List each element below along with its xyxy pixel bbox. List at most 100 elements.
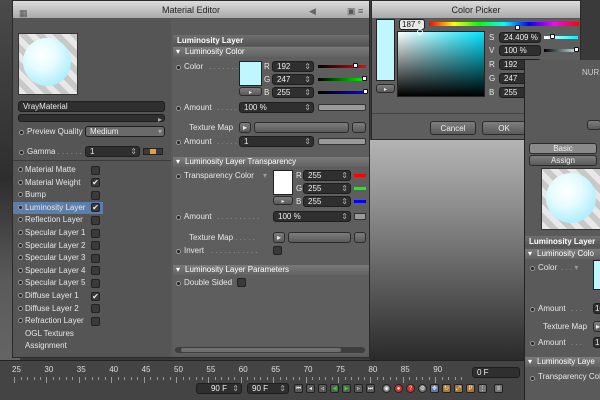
b-field[interactable]: 255 ⇕ [272,87,314,98]
start-frame-field[interactable]: 90 F ⇕ [196,383,242,394]
timeline-menu-icon[interactable]: ≡ [494,384,503,393]
r-slider-knob[interactable] [353,63,358,68]
attr-amount2-field[interactable]: 1 [593,337,600,348]
transparency-header[interactable]: Luminosity Layer Transparency [173,157,369,167]
material-name-scroll[interactable]: ▸ [18,114,165,124]
v-slider[interactable] [544,49,578,52]
v-field[interactable]: 100 % [499,45,541,56]
attr-material-preview[interactable] [541,168,600,230]
tr-texture-slot[interactable] [288,232,351,243]
v-slider-knob[interactable] [574,47,579,52]
attr-section-header[interactable]: Luminosity Colo [525,249,600,259]
move-key-icon[interactable]: ✥ [430,384,439,393]
attr-texture-arrow-button[interactable]: ▸ [593,321,600,332]
g-slider[interactable] [318,78,366,81]
preview-arrow-button[interactable]: ▸ [376,84,395,93]
channel-item[interactable]: Assignment [13,340,171,352]
channel-checkbox[interactable] [91,190,100,200]
channel-item[interactable]: OGL Textures [13,328,171,340]
channel-checkbox[interactable]: ✔ [91,178,100,188]
double-sided-checkbox[interactable] [237,278,246,287]
channel-checkbox[interactable] [91,316,100,326]
tr-r-slider[interactable] [354,174,366,177]
tr-amount-slider[interactable] [354,213,366,220]
g-field[interactable]: 247 ⇕ [272,74,314,85]
menu-icon[interactable]: ≡ [358,2,363,20]
color-picker-titlebar[interactable]: Color Picker [372,1,580,19]
tr-b-slider[interactable] [354,200,366,203]
step-back-icon[interactable]: ◃ [318,384,327,393]
point-level-icon[interactable]: ⋮ [478,384,487,393]
channel-checkbox[interactable] [91,228,100,238]
tr-g-field[interactable]: 255 ⇕ [303,183,351,194]
s-slider-knob[interactable] [550,34,555,39]
tab-assign[interactable]: Assign [529,155,597,166]
invert-checkbox[interactable] [273,246,282,255]
attr-transparency-header[interactable]: Luminosity Laye [525,357,600,367]
color-expand-button[interactable]: ▸ [239,87,262,96]
parameters-header[interactable]: Luminosity Layer Parameters [173,265,369,275]
rotate-key-icon[interactable]: ↻ [442,384,451,393]
channel-checkbox[interactable] [91,304,100,314]
texture-map-slot[interactable] [254,122,349,133]
channel-checkbox[interactable] [91,215,100,225]
s-field[interactable]: 24.409 % [499,32,541,43]
tr-b-field[interactable]: 255 ⇕ [303,196,351,207]
autokey-icon[interactable]: ● [394,384,403,393]
transparency-color-swatch[interactable] [273,170,293,195]
tr-texture-extra-button[interactable] [354,232,366,243]
r-slider[interactable] [318,65,366,68]
amount-field[interactable]: 100 % ⇕ [239,102,314,113]
timeline[interactable]: 25 30 35 40 45 50 55 60 65 70 75 80 85 90 0 F 90 F ⇕ 9… [0,360,524,400]
step-forward-icon[interactable]: ▹ [354,384,363,393]
edit-mini-button[interactable] [587,120,600,130]
back-arrow-icon[interactable]: ◀ [309,2,316,20]
preview-quality-dropdown[interactable]: Medium ▾ [85,126,165,137]
channel-checkbox[interactable]: ✔ [91,203,100,213]
channel-checkbox[interactable]: ✔ [91,291,100,301]
hue-slider[interactable] [429,22,579,26]
tr-r-field[interactable]: 255 ⇕ [303,170,351,181]
key-settings-icon[interactable]: ⚙ [418,384,427,393]
hue-slider-knob[interactable] [515,25,520,30]
lock-icon[interactable]: ▣ [347,2,356,20]
cancel-button[interactable]: Cancel [430,121,476,135]
saturation-value-square[interactable] [397,29,485,97]
channel-checkbox[interactable] [91,278,100,288]
channel-checkbox[interactable] [91,266,100,276]
go-to-start-icon[interactable]: ⏮ [294,384,303,393]
material-editor-titlebar[interactable]: Material Editor ▦ ◀ ▣ ≡ [13,1,369,19]
transparency-expand-button[interactable]: ▸ [273,196,293,205]
tr-amount-field[interactable]: 100 % ⇕ [273,211,351,222]
tr-texture-arrow-button[interactable]: ▸ [273,232,285,243]
record-key-icon[interactable]: ◉ [382,384,391,393]
channel-item[interactable]: Luminosity Layer [13,201,103,214]
param-key-icon[interactable]: P [466,384,475,393]
gamma-slider[interactable] [143,148,163,155]
b-slider-knob[interactable] [363,89,368,94]
tr-g-slider[interactable] [354,187,366,190]
go-to-end-icon[interactable]: ⏭ [366,384,375,393]
texture-map-extra-button[interactable] [352,122,366,133]
gamma-field[interactable]: 1 ⇕ [85,146,140,157]
g-slider-knob[interactable] [362,76,367,81]
b-slider[interactable] [318,91,366,94]
ok-button[interactable]: OK [482,121,526,135]
channel-checkbox[interactable] [91,253,100,263]
amount2-slider[interactable] [318,138,366,145]
luminosity-color-header[interactable]: Luminosity Color [173,47,369,57]
amount-slider[interactable] [318,104,366,111]
material-preview[interactable] [18,33,78,95]
panel-scrollbar[interactable] [175,347,365,353]
r-field[interactable]: 192 ⇕ [272,61,314,72]
end-frame-field[interactable]: 90 F ⇕ [247,383,289,394]
attr-amount-field[interactable]: 10 [593,303,600,314]
help-icon[interactable]: ? [406,384,415,393]
prev-key-icon[interactable]: ◂ [306,384,315,393]
sv-picker-marker[interactable] [417,29,423,35]
scale-key-icon[interactable]: ⤢ [454,384,463,393]
amount2-field[interactable]: 1 ⇕ [239,136,314,147]
material-name-field[interactable]: VrayMaterial [18,101,165,112]
channel-checkbox[interactable] [91,241,100,251]
attr-color-swatch[interactable] [593,260,600,290]
